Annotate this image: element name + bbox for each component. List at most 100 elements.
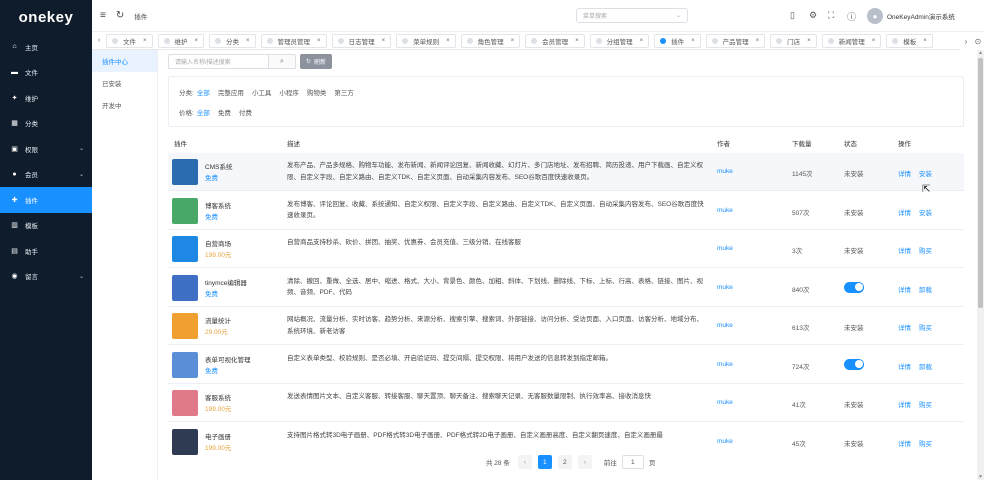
fullscreen-icon[interactable]: ⛶: [828, 10, 834, 21]
prev-page-button[interactable]: ‹: [517, 455, 532, 469]
detail-link[interactable]: 详情: [898, 399, 911, 409]
subnav-item[interactable]: 插件中心: [92, 50, 157, 72]
close-icon[interactable]: ×: [317, 38, 321, 44]
action-link[interactable]: 安装: [919, 207, 932, 217]
plugin-author-link[interactable]: muke: [717, 399, 733, 406]
plugin-author-link[interactable]: muke: [717, 168, 733, 175]
plugin-author-link[interactable]: muke: [717, 438, 733, 445]
scroll-up-icon[interactable]: ▲: [977, 50, 984, 56]
tab-item[interactable]: 菜单规则 ×: [396, 33, 456, 48]
tab-item[interactable]: 插件 ×: [654, 33, 701, 48]
status-toggle[interactable]: [844, 281, 864, 293]
tab-item[interactable]: 文件 ×: [106, 33, 153, 48]
user-menu[interactable]: ● OneKeyAdmin演示系统: [867, 8, 955, 24]
sidebar-item[interactable]: ▣ 权限 ⌄: [0, 136, 92, 162]
search-button[interactable]: ⌕: [268, 54, 296, 69]
detail-link[interactable]: 详情: [898, 322, 911, 332]
sidebar-item[interactable]: ▥ 模板: [0, 213, 92, 239]
tab-item[interactable]: 维护 ×: [157, 33, 205, 48]
tab-item[interactable]: 新闻管理 ×: [821, 33, 882, 48]
tab-item[interactable]: 产品管理 ×: [705, 33, 766, 48]
category-option[interactable]: 完整应用: [218, 87, 244, 97]
tab-item[interactable]: 模板 ×: [886, 33, 933, 48]
plugin-author-link[interactable]: muke: [717, 245, 733, 252]
price-option[interactable]: 免费: [218, 107, 231, 117]
close-icon[interactable]: ×: [640, 38, 644, 44]
sidebar-item[interactable]: ▬ 文件: [0, 60, 92, 86]
subnav-item[interactable]: 开发中: [92, 94, 157, 116]
tabs-scroll-left-icon[interactable]: ‹: [92, 37, 106, 44]
page-number-button[interactable]: 2: [557, 455, 572, 469]
tab-item[interactable]: 日志管理 ×: [331, 33, 392, 48]
next-page-button[interactable]: ›: [577, 455, 592, 469]
category-filter: 分类: 全部 完整应用 小工具 小程序 购物类 第三方: [179, 87, 362, 97]
tab-item[interactable]: 门店 ×: [770, 33, 817, 48]
close-icon[interactable]: ×: [143, 38, 147, 44]
close-icon[interactable]: ×: [382, 38, 386, 44]
info-icon[interactable]: ⓘ: [847, 10, 856, 23]
action-link[interactable]: 卸载: [919, 284, 932, 294]
close-icon[interactable]: ×: [511, 38, 515, 44]
detail-link[interactable]: 详情: [898, 284, 911, 294]
refresh-button[interactable]: ↻ 刷新: [300, 54, 333, 69]
sidebar-item[interactable]: ✚ 插件: [0, 187, 92, 213]
action-link[interactable]: 安装: [919, 168, 932, 178]
subnav-item[interactable]: 已安装: [92, 72, 157, 94]
sidebar-item[interactable]: ◉ 留言 ⌄: [0, 264, 92, 290]
sidebar-item[interactable]: ▦ 分类: [0, 111, 92, 137]
plugin-author-link[interactable]: muke: [717, 361, 733, 368]
settings-icon[interactable]: ⚙: [809, 10, 817, 21]
mobile-icon[interactable]: ▯: [790, 10, 795, 21]
price-option[interactable]: 全部: [197, 107, 210, 117]
close-icon[interactable]: ×: [195, 38, 199, 44]
page-refresh-icon[interactable]: ↻: [116, 10, 124, 21]
tab-item[interactable]: 分组管理 ×: [589, 33, 650, 48]
sidebar-item[interactable]: ⌂ 主页: [0, 34, 92, 60]
tabs-scroll-right-icon[interactable]: ›: [960, 37, 972, 46]
action-link[interactable]: 购买: [919, 399, 932, 409]
menu-toggle-icon[interactable]: ≡: [100, 10, 106, 21]
category-option[interactable]: 第三方: [334, 87, 354, 97]
close-icon[interactable]: ×: [691, 38, 695, 44]
category-option[interactable]: 全部: [197, 87, 210, 97]
close-icon[interactable]: ×: [923, 38, 927, 44]
goto-page-input[interactable]: 1: [621, 455, 644, 469]
close-icon[interactable]: ×: [446, 38, 450, 44]
scrollbar-thumb[interactable]: [978, 58, 983, 308]
category-option[interactable]: 购物类: [307, 87, 327, 97]
tab-item[interactable]: 角色管理 ×: [460, 33, 521, 48]
close-icon[interactable]: ×: [807, 38, 811, 44]
price-option[interactable]: 付费: [239, 107, 252, 117]
menu-search-select[interactable]: 菜单搜索 ⌄: [576, 8, 688, 23]
tabs-more-icon[interactable]: ⊙: [972, 37, 984, 46]
detail-link[interactable]: 详情: [898, 438, 911, 448]
plugin-author-link[interactable]: muke: [717, 322, 733, 329]
tab-item[interactable]: 管理员管理 ×: [260, 33, 327, 48]
detail-link[interactable]: 详情: [898, 361, 911, 371]
action-link[interactable]: 购买: [919, 322, 932, 332]
close-icon[interactable]: ×: [246, 38, 250, 44]
close-icon[interactable]: ×: [756, 38, 760, 44]
plugin-author-link[interactable]: muke: [717, 207, 733, 214]
category-option[interactable]: 小工具: [252, 87, 272, 97]
detail-link[interactable]: 详情: [898, 245, 911, 255]
status-toggle[interactable]: [844, 358, 864, 370]
sidebar-item[interactable]: ● 会员 ⌄: [0, 162, 92, 188]
close-icon[interactable]: ×: [872, 38, 876, 44]
scroll-down-icon[interactable]: ▼: [977, 474, 984, 480]
detail-link[interactable]: 详情: [898, 168, 911, 178]
detail-link[interactable]: 详情: [898, 207, 911, 217]
sidebar-item[interactable]: ✦ 维护: [0, 85, 92, 111]
search-input[interactable]: 请输入名称/描述搜索: [168, 54, 268, 69]
tab-item[interactable]: 会员管理 ×: [525, 33, 585, 48]
action-link[interactable]: 卸载: [919, 361, 932, 371]
action-link[interactable]: 购买: [919, 245, 932, 255]
sidebar-item[interactable]: ▤ 助手: [0, 238, 92, 264]
action-link[interactable]: 购买: [919, 438, 932, 448]
tab-item[interactable]: 分类 ×: [209, 33, 256, 48]
close-icon[interactable]: ×: [575, 38, 579, 44]
category-option[interactable]: 小程序: [279, 87, 299, 97]
page-number-button[interactable]: 1: [537, 455, 552, 469]
plugin-author-link[interactable]: muke: [717, 284, 733, 291]
page-scrollbar[interactable]: ▲ ▼: [977, 50, 984, 480]
